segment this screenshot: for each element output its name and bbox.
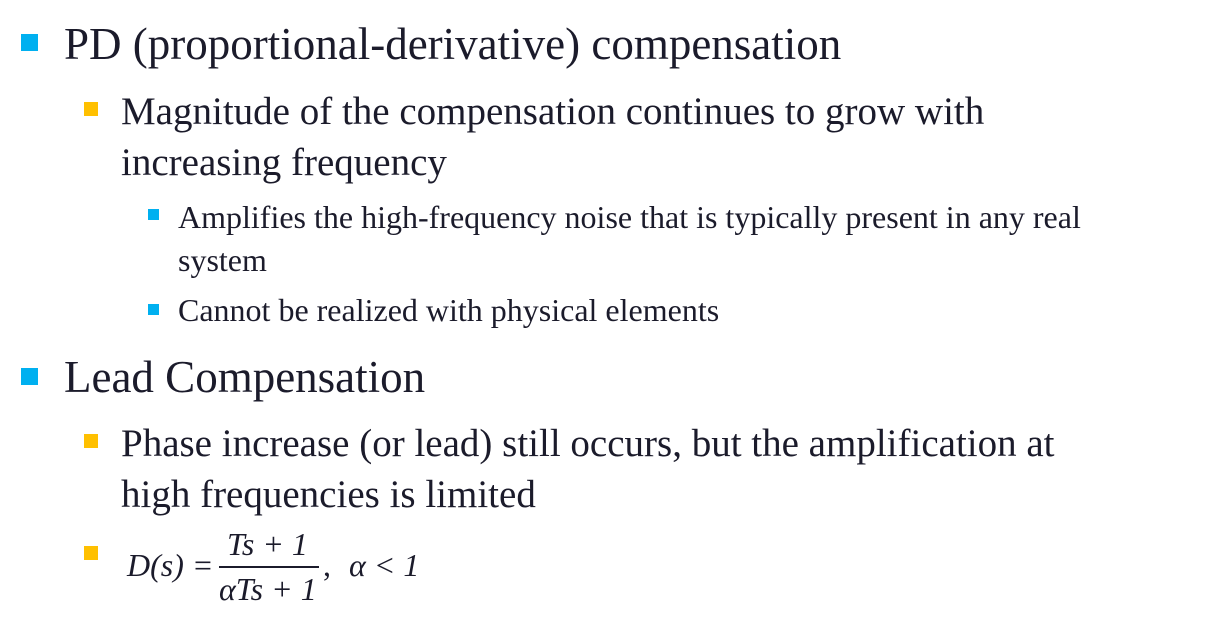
sub-phase-line2: high frequencies is limited	[121, 473, 536, 516]
level3-bullet-icon	[148, 209, 159, 220]
level1-bullet-icon	[21, 368, 38, 385]
sub-magnitude-line2: increasing frequency	[121, 141, 447, 184]
sub-magnitude-line1: Magnitude of the compensation continues …	[121, 90, 985, 133]
formula-denominator: αTs + 1	[219, 571, 317, 607]
subsub-cannot: Cannot be realized with physical element…	[178, 292, 720, 328]
level1-bullet-icon	[21, 34, 38, 51]
slide: PD (proportional-derivative) compensatio…	[0, 0, 1216, 627]
level2-bullet-icon	[84, 546, 98, 560]
fraction-bar	[219, 566, 319, 568]
level2-bullet-icon	[84, 434, 98, 448]
sub-phase-line1: Phase increase (or lead) still occurs, b…	[121, 422, 1055, 465]
formula-condition: α < 1	[349, 547, 420, 583]
subsub-amplifies-line1: Amplifies the high-frequency noise that …	[178, 199, 1081, 235]
formula-numerator: Ts + 1	[227, 526, 308, 562]
level2-bullet-icon	[84, 102, 98, 116]
formula-comma: ,	[323, 547, 331, 583]
heading-pd: PD (proportional-derivative) compensatio…	[64, 19, 842, 69]
subsub-amplifies-line2: system	[178, 242, 267, 278]
transfer-function-formula: D(s) = Ts + 1 αTs + 1 , α < 1	[127, 526, 447, 607]
formula-lhs: D(s) =	[127, 547, 214, 583]
heading-lead: Lead Compensation	[64, 352, 426, 402]
level3-bullet-icon	[148, 304, 159, 315]
